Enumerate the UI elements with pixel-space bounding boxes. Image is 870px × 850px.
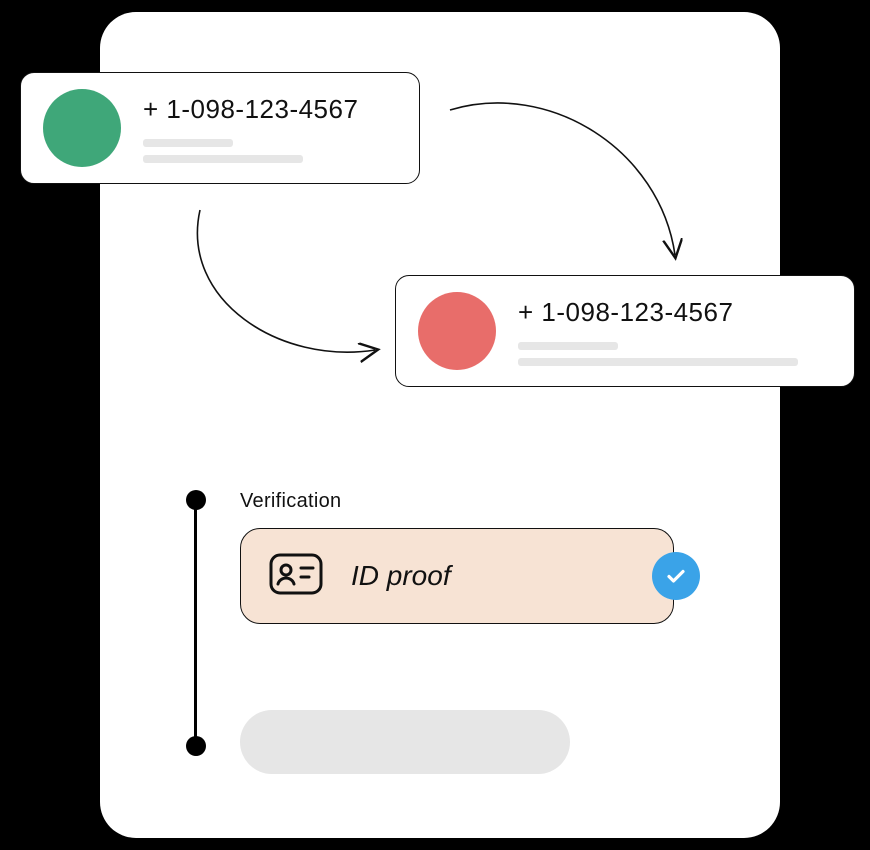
placeholder-lines [518, 342, 832, 366]
placeholder-line-short [143, 139, 233, 147]
check-icon [664, 564, 688, 588]
timeline-dot-bottom [186, 736, 206, 756]
timeline-dot-top [186, 490, 206, 510]
contact-card-red: + 1-098-123-4567 [395, 275, 855, 387]
check-badge [652, 552, 700, 600]
id-proof-card: ID proof [240, 528, 674, 624]
card-text-column: + 1-098-123-4567 [518, 297, 832, 366]
placeholder-line-short [518, 342, 618, 350]
placeholder-line-long [143, 155, 303, 163]
id-card-icon [269, 553, 323, 600]
timeline-line [194, 508, 197, 738]
avatar-circle-green [43, 89, 121, 167]
id-proof-label: ID proof [351, 560, 645, 592]
card-text-column: + 1-098-123-4567 [143, 94, 397, 163]
phone-number: + 1-098-123-4567 [518, 297, 832, 328]
placeholder-lines [143, 139, 397, 163]
placeholder-step-pill [240, 710, 570, 774]
phone-number: + 1-098-123-4567 [143, 94, 397, 125]
contact-card-green: + 1-098-123-4567 [20, 72, 420, 184]
avatar-circle-red [418, 292, 496, 370]
placeholder-line-long [518, 358, 798, 366]
diagram-stage: + 1-098-123-4567 + 1-098-123-4567 [0, 0, 870, 850]
verification-label: Verification [240, 490, 341, 513]
